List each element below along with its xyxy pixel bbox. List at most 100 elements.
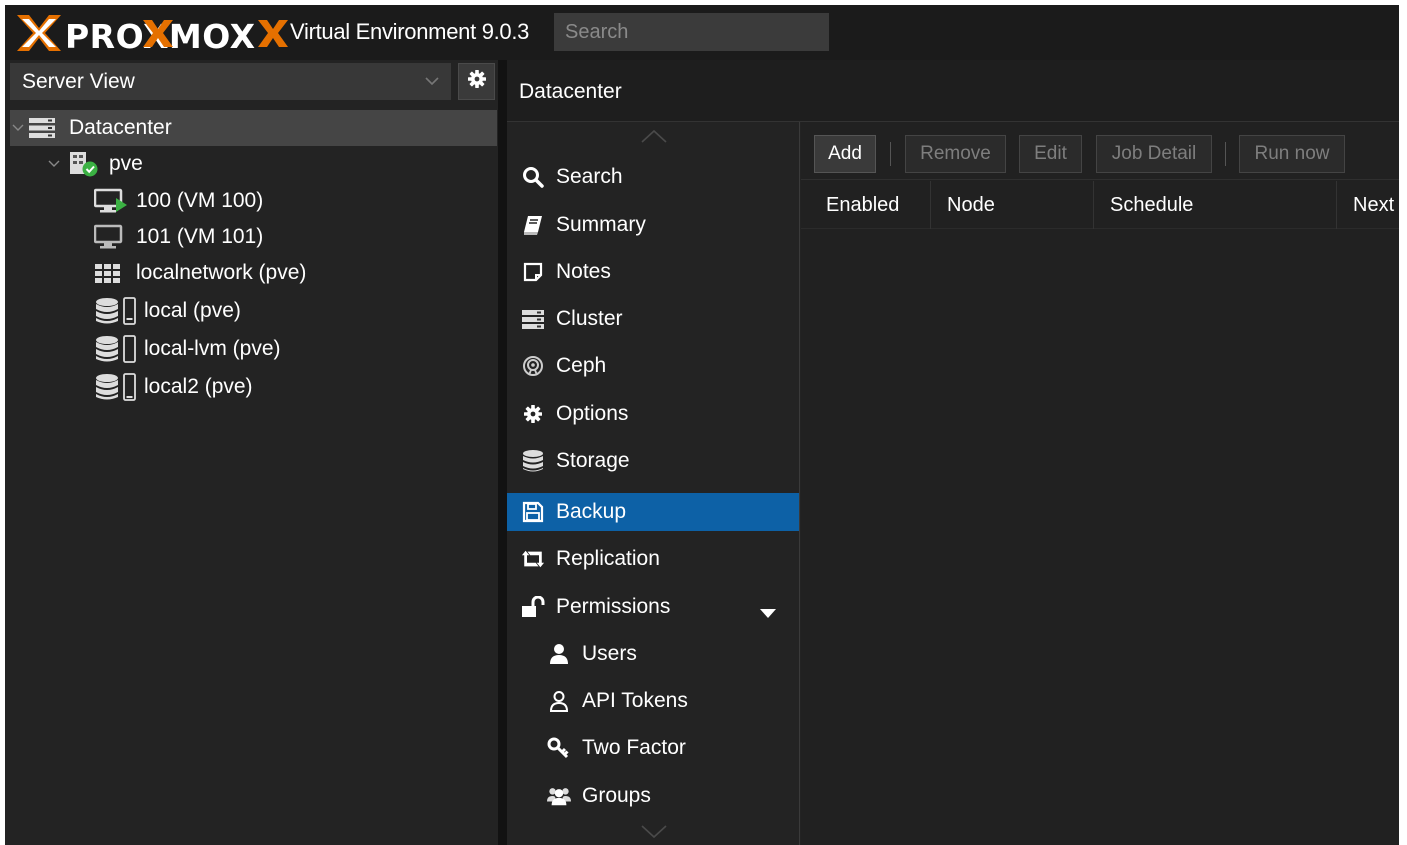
nav-item-ceph[interactable]: Ceph: [507, 347, 799, 385]
app-window: PROXMOX Virtual Environment 9.0.3 Server…: [5, 5, 1399, 845]
sdn-grid-icon: [94, 261, 124, 285]
tree-node-vm-100[interactable]: 100 (VM 100): [94, 183, 263, 219]
tree-node-pve[interactable]: pve: [46, 146, 143, 182]
expand-chevron-icon[interactable]: [10, 120, 28, 136]
tree-node-label: pve: [109, 152, 143, 175]
run-now-button[interactable]: Run now: [1239, 135, 1345, 173]
tree-node-label: 101 (VM 101): [136, 225, 264, 248]
tree-node-label: local-lvm (pve): [144, 337, 281, 360]
backup-content: Add Remove Edit Job Detail Run now Enabl…: [801, 122, 1399, 845]
proxmox-logo: PROXMOX: [13, 11, 288, 55]
breadcrumb: Datacenter: [507, 60, 1399, 122]
backup-toolbar: Add Remove Edit Job Detail Run now: [801, 122, 1399, 180]
nav-item-storage[interactable]: Storage: [507, 442, 799, 480]
nav-item-label: Groups: [582, 784, 651, 807]
column-enabled[interactable]: Enabled: [801, 181, 931, 229]
user-icon: [547, 642, 571, 666]
tree-node-label: localnetwork (pve): [136, 261, 307, 284]
nav-item-api-tokens[interactable]: API Tokens: [507, 682, 799, 720]
gear-icon: [467, 69, 487, 94]
nav-item-label: Users: [582, 642, 637, 665]
floppy-icon: [521, 500, 545, 524]
chevron-down-icon: [423, 72, 441, 96]
tree-node-label: local (pve): [144, 299, 241, 322]
nav-item-label: Ceph: [556, 354, 607, 377]
database-icon: [521, 449, 545, 473]
tree-node-localnetwork[interactable]: localnetwork (pve): [94, 255, 306, 291]
user-outline-icon: [547, 689, 571, 713]
toolbar-separator: [890, 142, 891, 166]
nav-item-label: Notes: [556, 260, 611, 283]
storage-icon: [94, 296, 140, 326]
page-title: Datacenter: [519, 80, 622, 103]
nav-item-notes[interactable]: Notes: [507, 253, 799, 291]
scroll-up-icon[interactable]: [640, 128, 668, 149]
panel-splitter[interactable]: [498, 60, 507, 845]
nav-item-label: Backup: [556, 500, 627, 523]
storage-icon: [94, 372, 140, 402]
nav-item-label: Permissions: [556, 595, 671, 618]
book-icon: [521, 213, 545, 237]
tree-node-vm-101[interactable]: 101 (VM 101): [94, 219, 263, 255]
search-icon: [521, 165, 545, 189]
view-selector[interactable]: Server View: [10, 63, 451, 100]
key-icon: [547, 736, 571, 760]
nav-item-label: Search: [556, 165, 623, 188]
job-detail-button[interactable]: Job Detail: [1096, 135, 1212, 173]
ceph-icon: [521, 354, 545, 378]
nav-item-label: Summary: [556, 213, 646, 236]
nav-item-permissions[interactable]: Permissions: [507, 588, 799, 626]
nav-item-options[interactable]: Options: [507, 395, 799, 433]
nav-item-two-factor[interactable]: Two Factor: [507, 729, 799, 767]
column-next[interactable]: Next: [1337, 181, 1399, 229]
tree-node-label: Datacenter: [69, 116, 172, 139]
tree-node-datacenter[interactable]: Datacenter: [10, 110, 172, 146]
resource-tree-panel: Server View Datacenter pve 100 (VM 100) …: [5, 60, 498, 845]
nav-item-label: Storage: [556, 449, 630, 472]
nav-item-replication[interactable]: Replication: [507, 540, 799, 578]
tree-node-label: local2 (pve): [144, 375, 253, 398]
server-icon: [28, 116, 56, 140]
tree-node-storage-local-lvm[interactable]: local-lvm (pve): [94, 331, 281, 367]
add-button[interactable]: Add: [814, 135, 876, 173]
vm-running-icon: [94, 188, 128, 214]
nav-item-label: API Tokens: [582, 689, 688, 712]
scroll-down-icon[interactable]: [640, 824, 668, 845]
note-icon: [521, 260, 545, 284]
column-schedule[interactable]: Schedule: [1094, 181, 1337, 229]
datacenter-panel: Datacenter Search Summary Notes Cluster …: [507, 60, 1399, 845]
tree-settings-button[interactable]: [458, 63, 495, 100]
expand-chevron-icon[interactable]: [46, 156, 68, 172]
server-icon: [521, 307, 545, 331]
backup-jobs-grid-header: Enabled Node Schedule Next: [801, 181, 1399, 229]
toolbar-separator: [1225, 142, 1226, 166]
nav-item-cluster[interactable]: Cluster: [507, 300, 799, 338]
nav-item-search[interactable]: Search: [507, 158, 799, 196]
vm-stopped-icon: [94, 224, 124, 250]
nav-item-label: Options: [556, 402, 629, 425]
tree-node-storage-local2[interactable]: local2 (pve): [94, 369, 253, 405]
nav-item-groups[interactable]: Groups: [507, 777, 799, 815]
tree-node-storage-local[interactable]: local (pve): [94, 293, 241, 329]
column-node[interactable]: Node: [931, 181, 1094, 229]
node-online-icon: [68, 150, 100, 178]
nav-item-summary[interactable]: Summary: [507, 206, 799, 244]
storage-icon: [94, 334, 140, 364]
product-version: Virtual Environment 9.0.3: [290, 19, 530, 44]
nav-item-label: Cluster: [556, 307, 623, 330]
tree-node-label: 100 (VM 100): [136, 189, 264, 212]
global-search-input[interactable]: [554, 13, 829, 51]
nav-item-label: Two Factor: [582, 736, 686, 759]
nav-item-label: Replication: [556, 547, 660, 570]
nav-item-users[interactable]: Users: [507, 635, 799, 673]
users-icon: [547, 784, 571, 808]
unlock-icon: [521, 595, 545, 619]
gear-icon: [521, 402, 545, 426]
caret-down-icon[interactable]: [759, 601, 777, 625]
retweet-icon: [521, 547, 545, 571]
nav-item-backup[interactable]: Backup: [507, 493, 799, 531]
top-bar: PROXMOX Virtual Environment 9.0.3: [5, 5, 1399, 60]
config-nav-menu: Search Summary Notes Cluster Ceph Option…: [507, 122, 800, 845]
edit-button[interactable]: Edit: [1019, 135, 1082, 173]
remove-button[interactable]: Remove: [905, 135, 1006, 173]
